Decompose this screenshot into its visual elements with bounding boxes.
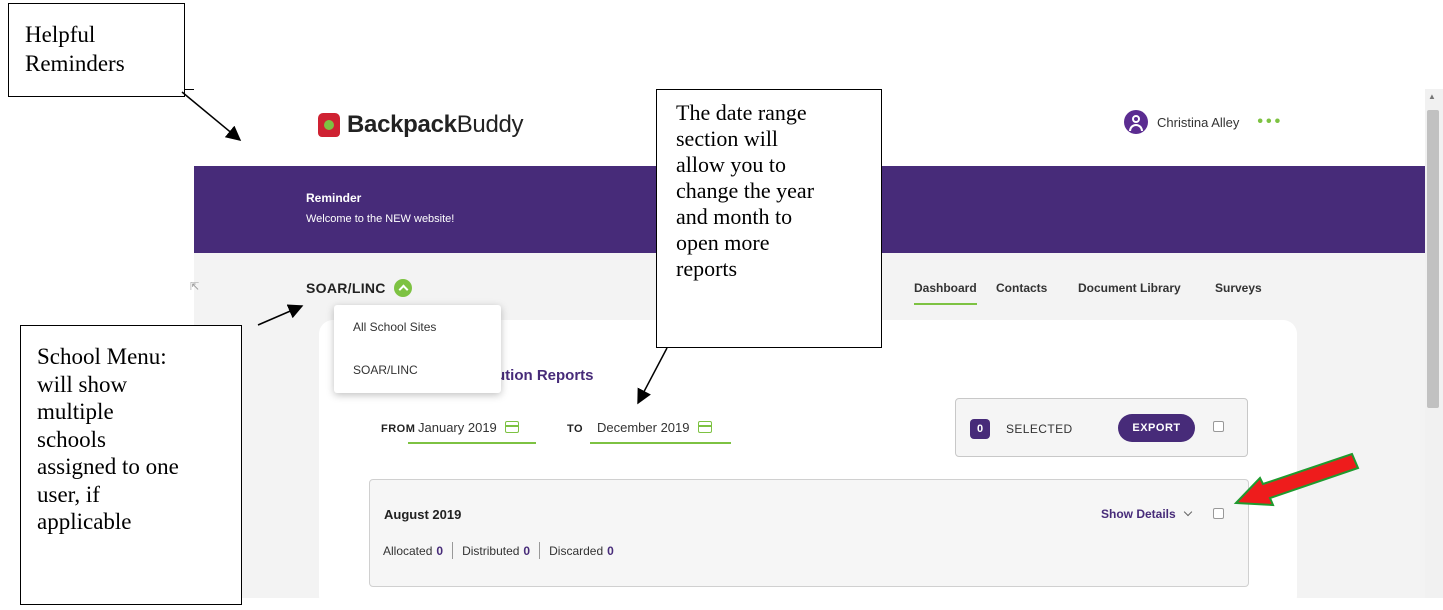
calendar-icon[interactable] [697,421,712,433]
month-stats: Allocated 0 Distributed 0 Discarded 0 [383,542,614,559]
stat-divider [539,542,541,559]
calendar-icon[interactable] [504,421,519,433]
month-select-checkbox[interactable] [1213,508,1224,519]
school-menu-text: School Menu: will show multiple schools … [37,344,179,534]
distributed-label: Distributed [462,543,520,558]
backpack-icon [318,113,340,137]
to-date-picker[interactable]: December 2019 [597,420,712,435]
user-name: Christina Alley [1157,114,1240,130]
school-dropdown-menu [334,305,501,393]
distributed-value: 0 [523,543,531,558]
nav-surveys[interactable]: Surveys [1215,281,1262,295]
from-date-picker[interactable]: January 2019 [418,420,519,435]
reports-title: ution Reports [496,367,594,384]
from-underline [408,442,536,444]
dropdown-item-all-school-sites[interactable]: All School Sites [353,320,436,334]
reminder-text: Welcome to the NEW website! [306,213,455,225]
date-range-text: The date range section will allow you to… [676,100,815,281]
school-name: SOAR/LINC [306,280,386,296]
helpful-reminders-text: Helpful Reminders [25,22,125,76]
stat-divider [452,542,454,559]
month-title: August 2019 [384,507,462,522]
logo-text: BackpackBuddy [347,111,524,138]
to-date-value: December 2019 [597,420,690,435]
allocated-label: Allocated [383,543,433,558]
show-details-toggle[interactable]: Show Details [1101,507,1192,521]
to-underline [590,442,731,444]
school-menu-callout: School Menu: will show multiple schools … [20,325,242,605]
selected-label: SELECTED [1006,422,1073,436]
scroll-up-arrow-icon[interactable]: ▲ [1428,93,1436,101]
backpack-buddy-logo[interactable]: BackpackBuddy [318,111,524,139]
selected-count-badge: 0 [970,419,990,439]
select-all-checkbox[interactable] [1213,421,1224,432]
school-selector[interactable]: SOAR/LINC [306,279,412,297]
from-date-value: January 2019 [418,420,497,435]
date-range-callout: The date range section will allow you to… [656,89,882,348]
more-dots-icon[interactable]: ••• [1257,113,1283,131]
dropdown-item-soar-linc[interactable]: SOAR/LINC [353,363,418,377]
reminder-title: Reminder [306,191,362,205]
chevron-up-icon[interactable] [393,279,412,297]
show-details-label: Show Details [1101,507,1176,521]
to-label: TO [567,423,584,435]
month-report-card [369,479,1249,587]
discarded-label: Discarded [549,543,604,558]
helpful-reminders-callout: Helpful Reminders [8,3,185,97]
nav-contacts[interactable]: Contacts [996,281,1047,295]
from-label: FROM [381,423,416,435]
nav-document-library[interactable]: Document Library [1078,281,1181,295]
export-button[interactable]: EXPORT [1118,414,1195,442]
scrollbar-thumb[interactable] [1427,110,1439,408]
cursor-icon: ⇱ [190,281,200,293]
export-panel [955,398,1248,457]
user-menu[interactable]: Christina Alley ••• [1124,110,1283,134]
nav-dashboard[interactable]: Dashboard [914,281,977,305]
user-avatar-icon [1124,110,1148,134]
chevron-down-icon [1183,507,1192,517]
discarded-value: 0 [607,543,614,558]
allocated-value: 0 [436,543,444,558]
